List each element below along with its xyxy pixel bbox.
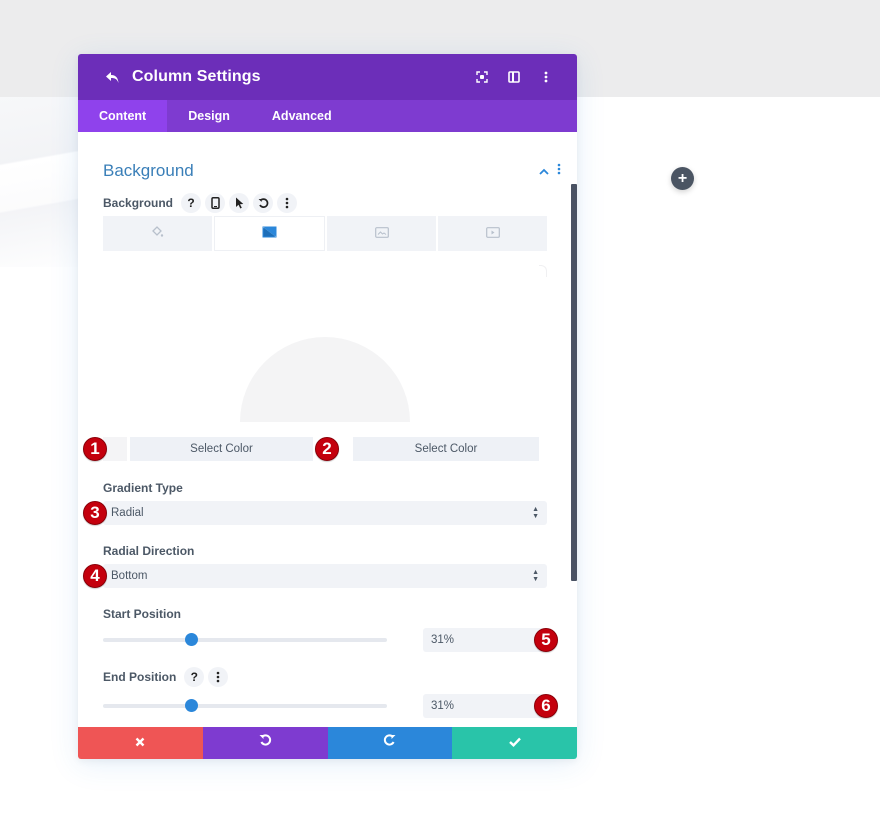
preview-corner [539, 265, 547, 277]
bg-tab-video[interactable] [438, 216, 547, 251]
image-icon [374, 225, 389, 243]
gradient-type-select[interactable]: Radial ▲ ▼ [103, 501, 547, 525]
redo-icon [383, 734, 396, 752]
settings-tabs: Content Design Advanced [78, 100, 577, 132]
end-position-input[interactable]: 31% [423, 694, 547, 718]
checkmark-icon [508, 734, 521, 752]
modal-header: Column Settings [78, 54, 577, 100]
modal-title: Column Settings [132, 68, 261, 85]
field-more-icon[interactable] [277, 193, 298, 213]
start-position-label: Start Position [103, 607, 182, 621]
modal-body: Background Background ? Select Color Sel… [78, 132, 577, 727]
column-settings-modal: Column Settings Content Design Advanced … [78, 54, 577, 759]
help-icon[interactable]: ? [181, 193, 202, 213]
split-view-icon[interactable] [498, 66, 530, 88]
bg-tab-color[interactable] [103, 216, 212, 251]
save-button[interactable] [452, 727, 577, 759]
tab-design[interactable]: Design [167, 100, 251, 132]
bg-tab-image[interactable] [327, 216, 436, 251]
background-type-tabs [103, 216, 547, 251]
undo-button[interactable] [202, 727, 328, 759]
responsive-phone-icon[interactable] [205, 193, 226, 213]
help-icon[interactable]: ? [184, 667, 205, 687]
radial-direction-value: Bottom [111, 570, 148, 582]
background-label: Background [103, 196, 174, 210]
chevron-up-icon[interactable] [539, 162, 549, 180]
end-position-slider[interactable] [103, 699, 387, 712]
gradient-type-value: Radial [111, 507, 144, 519]
video-icon [485, 225, 500, 243]
section-title[interactable]: Background [103, 161, 194, 181]
focus-mode-icon[interactable] [466, 66, 498, 88]
gradient-color-stops: Select Color Select Color 1 2 [78, 437, 577, 461]
start-position-slider[interactable] [103, 633, 387, 646]
start-position-input[interactable]: 31% [423, 628, 547, 652]
plus-icon: + [677, 170, 688, 187]
bg-tab-gradient[interactable] [214, 216, 325, 251]
annotation-badge-5: 5 [534, 628, 558, 652]
annotation-badge-2: 2 [315, 437, 339, 461]
annotation-badge-4: 4 [83, 564, 107, 588]
annotation-badge-1: 1 [83, 437, 107, 461]
tab-content[interactable]: Content [78, 100, 168, 132]
gradient-preview-shape [240, 337, 410, 422]
select-arrows-icon: ▲ ▼ [532, 569, 539, 583]
annotation-badge-6: 6 [534, 694, 558, 718]
color-stop-2-select[interactable]: Select Color [353, 437, 539, 461]
more-options-icon[interactable] [530, 66, 562, 88]
radial-direction-label: Radial Direction [103, 544, 195, 558]
gradient-icon [262, 225, 277, 243]
reset-icon[interactable] [253, 193, 274, 213]
end-position-thumb[interactable] [185, 699, 199, 712]
radial-direction-select[interactable]: Bottom ▲ ▼ [103, 564, 547, 588]
tab-advanced[interactable]: Advanced [251, 100, 353, 132]
end-position-label: End Position [103, 670, 177, 684]
modal-footer [78, 727, 577, 759]
redo-button[interactable] [327, 727, 453, 759]
annotation-badge-3: 3 [83, 501, 107, 525]
paint-bucket-icon [151, 225, 164, 243]
start-position-thumb[interactable] [185, 633, 199, 646]
scrollbar[interactable] [571, 184, 577, 581]
color-stop-1-select[interactable]: Select Color [130, 437, 313, 461]
hover-cursor-icon[interactable] [229, 193, 250, 213]
section-more-icon[interactable] [557, 162, 561, 180]
close-icon [135, 734, 145, 752]
gradient-preview [103, 265, 547, 422]
gradient-type-label: Gradient Type [103, 481, 183, 495]
add-row-button[interactable]: + [671, 167, 694, 190]
field-more-icon[interactable] [208, 667, 229, 687]
back-icon[interactable] [103, 68, 121, 86]
undo-icon [259, 734, 272, 752]
cancel-button[interactable] [78, 727, 203, 759]
select-arrows-icon: ▲ ▼ [532, 506, 539, 520]
